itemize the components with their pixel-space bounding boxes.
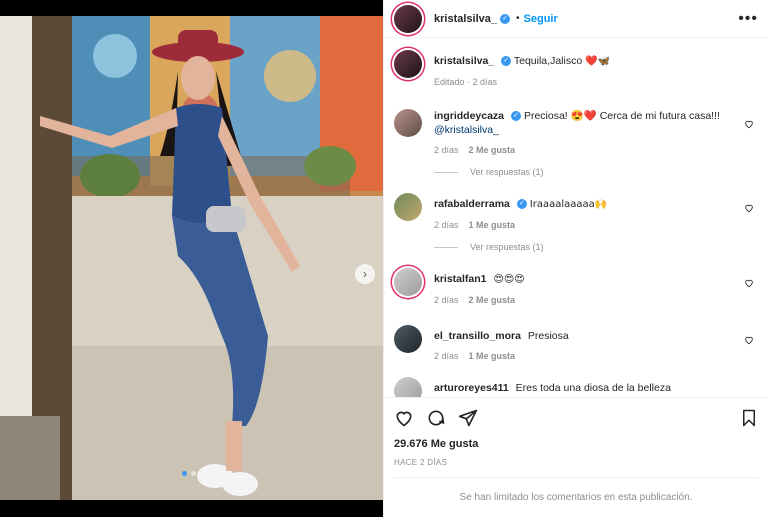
caption-username[interactable]: kristalsilva_	[434, 55, 494, 67]
photo-illustration	[0, 16, 383, 500]
post-timestamp: HACE 2 DÍAS	[394, 458, 448, 467]
author-avatar[interactable]	[394, 4, 422, 33]
like-heart-icon[interactable]	[394, 408, 414, 428]
post-actions: 29.676 Me gusta HACE 2 DÍAS Se han limit…	[384, 397, 768, 517]
header-separator: •	[516, 13, 520, 24]
comment-text: 😍😍😍	[493, 274, 525, 285]
comment-age: 2 días	[434, 351, 459, 361]
carousel-dot	[191, 471, 196, 476]
carousel-next-icon[interactable]: ›	[355, 264, 375, 284]
view-replies-button[interactable]: Ver respuestas (1)	[434, 242, 758, 252]
comment-age: 2 días	[434, 220, 459, 230]
bookmark-save-icon[interactable]	[740, 408, 758, 428]
verified-badge-icon: ✓	[511, 111, 522, 122]
comment-text: Presiosa	[527, 330, 569, 342]
comment-like-heart-icon[interactable]	[744, 203, 754, 213]
caption-emoji: ❤️🦋	[585, 56, 610, 67]
carousel-dots	[182, 471, 196, 476]
instagram-post-window: › kristalsilva_ ✓ • Seguir ••• kristalsi…	[0, 0, 768, 517]
comment-username[interactable]: kristalfan1	[434, 273, 487, 285]
comment-avatar[interactable]	[394, 325, 422, 353]
comment-item: el_transillo_mora Presiosa 2 días 1 Me g…	[394, 325, 758, 361]
view-replies-label: Ver respuestas (1)	[470, 242, 544, 252]
comment-avatar[interactable]	[394, 377, 422, 397]
comment-like-heart-icon[interactable]	[744, 278, 754, 288]
caption-edited: Editado · 2 días	[434, 77, 498, 87]
comment-likes[interactable]: 2 Me gusta	[469, 145, 516, 155]
verified-badge-icon: ✓	[500, 13, 510, 24]
comment-item: rafabalderrama ✓ Iraaaalaaaaa🙌 2 días 1 M…	[394, 193, 758, 230]
post-header: kristalsilva_ ✓ • Seguir •••	[384, 0, 768, 38]
view-replies-button[interactable]: Ver respuestas (1)	[434, 167, 758, 177]
comments-limited-notice: Se han limitado los comentarios en esta …	[394, 477, 758, 517]
comment-avatar[interactable]	[394, 109, 422, 137]
action-icons	[394, 406, 758, 430]
likes-count[interactable]: 29.676 Me gusta	[394, 438, 758, 450]
caption-text: Tequila,Jalisco	[513, 55, 583, 67]
author-username[interactable]: kristalsilva_	[434, 13, 497, 25]
replies-divider	[434, 171, 458, 173]
comment-text: Iraaaalaaaaa🙌	[529, 199, 608, 210]
comment-age: 2 días	[434, 145, 459, 155]
verified-badge-icon: ✓	[516, 199, 527, 210]
comment-likes[interactable]: 1 Me gusta	[469, 351, 516, 361]
comment-like-heart-icon[interactable]	[744, 119, 754, 129]
post-photo[interactable]: ›	[0, 16, 383, 500]
carousel-dot-active	[182, 471, 187, 476]
comment-username[interactable]: ingriddeycaza	[434, 110, 504, 122]
comment-item: ingriddeycaza ✓ Preciosa! 😍❤️ Cerca de mi…	[394, 109, 758, 155]
comment-likes[interactable]: 1 Me gusta	[469, 220, 516, 230]
comment-username[interactable]: rafabalderrama	[434, 198, 510, 210]
comment-age: 2 días	[434, 295, 459, 305]
comment-mention[interactable]: @kristalsilva_	[434, 124, 499, 136]
caption-avatar[interactable]	[394, 50, 422, 78]
comment-avatar[interactable]	[394, 268, 422, 296]
comment-item: arturoreyes411 Eres toda una diosa de la…	[394, 377, 758, 397]
comment-username[interactable]: el_transillo_mora	[434, 330, 521, 342]
caption: kristalsilva_ ✓ Tequila,Jalisco ❤️🦋 Edita…	[394, 50, 758, 87]
post-sidebar: kristalsilva_ ✓ • Seguir ••• kristalsilv…	[383, 0, 768, 517]
comment-likes[interactable]: 2 Me gusta	[469, 295, 516, 305]
share-send-icon[interactable]	[458, 408, 478, 428]
verified-badge-icon: ✓	[501, 56, 512, 67]
replies-divider	[434, 246, 458, 248]
comment-text: Eres toda una diosa de la belleza	[515, 382, 671, 394]
comment-avatar[interactable]	[394, 193, 422, 221]
comment-item: kristalfan1 😍😍😍 2 días 2 Me gusta	[394, 268, 758, 305]
more-options-icon[interactable]: •••	[738, 10, 758, 28]
follow-button[interactable]: Seguir	[524, 13, 558, 25]
comment-like-heart-icon[interactable]	[744, 335, 754, 345]
comments-list: kristalsilva_ ✓ Tequila,Jalisco ❤️🦋 Edita…	[384, 38, 768, 397]
comment-text: Preciosa! 😍❤️ Cerca de mi futura casa!!!	[523, 110, 720, 122]
comment-bubble-icon[interactable]	[426, 408, 446, 428]
post-media: ›	[0, 0, 383, 517]
comment-username[interactable]: arturoreyes411	[434, 382, 509, 394]
view-replies-label: Ver respuestas (1)	[470, 167, 544, 177]
